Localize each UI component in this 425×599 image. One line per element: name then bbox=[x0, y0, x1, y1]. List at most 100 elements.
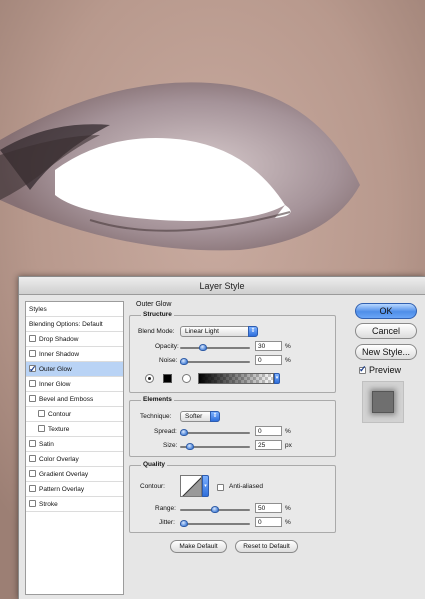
style-list-label: Pattern Overlay bbox=[39, 486, 85, 493]
contour-curve-icon bbox=[182, 477, 201, 496]
chevron-updown-icon: ⇕ bbox=[210, 411, 220, 422]
gradient-picker[interactable] bbox=[198, 373, 274, 384]
jitter-label: Jitter: bbox=[159, 519, 175, 526]
style-list-item[interactable]: Stroke bbox=[26, 497, 123, 512]
style-checkbox[interactable] bbox=[29, 350, 36, 357]
gradient-dropdown-icon[interactable]: ▾ bbox=[274, 373, 280, 384]
make-default-button[interactable]: Make Default bbox=[170, 540, 227, 553]
size-unit: px bbox=[285, 442, 292, 449]
chevron-updown-icon: ⇕ bbox=[248, 326, 258, 337]
style-list-label: Contour bbox=[48, 411, 72, 418]
style-checkbox[interactable] bbox=[38, 425, 45, 432]
style-checkbox[interactable] bbox=[29, 440, 36, 447]
gradient-radio[interactable] bbox=[182, 374, 191, 383]
style-list-label: Texture bbox=[48, 426, 70, 433]
style-checkbox[interactable] bbox=[29, 380, 36, 387]
noise-field[interactable]: 0 bbox=[255, 355, 282, 365]
panel-title: Outer Glow bbox=[136, 301, 172, 308]
style-checkbox[interactable] bbox=[38, 410, 45, 417]
color-radio[interactable] bbox=[145, 374, 154, 383]
elements-title: Elements bbox=[141, 396, 174, 403]
style-list-label: Gradient Overlay bbox=[39, 471, 89, 478]
style-checkbox[interactable] bbox=[29, 470, 36, 477]
blend-mode-label: Blend Mode: bbox=[138, 328, 175, 335]
blend-mode-value: Linear Light bbox=[185, 328, 219, 335]
style-list-item[interactable]: Bevel and Emboss bbox=[26, 392, 123, 407]
structure-group: Structure Blend Mode: Linear Light ⇕ Opa… bbox=[129, 311, 336, 393]
range-slider-thumb[interactable] bbox=[211, 506, 219, 513]
quality-group: Quality Contour: ▾ Anti-aliased Range: 5… bbox=[129, 461, 336, 533]
style-list-label: Outer Glow bbox=[39, 366, 72, 373]
style-list-label: Drop Shadow bbox=[39, 336, 79, 343]
preview-swatch bbox=[372, 391, 394, 413]
style-list-label: Satin bbox=[39, 441, 54, 448]
style-list-label: Inner Shadow bbox=[39, 351, 80, 358]
range-field[interactable]: 50 bbox=[255, 503, 282, 513]
style-list-item[interactable]: Texture bbox=[26, 422, 123, 437]
style-checkbox[interactable] bbox=[29, 455, 36, 462]
jitter-unit: % bbox=[285, 519, 291, 526]
structure-title: Structure bbox=[141, 311, 174, 318]
style-checkbox[interactable] bbox=[29, 335, 36, 342]
spread-label: Spread: bbox=[154, 428, 177, 435]
opacity-slider-thumb[interactable] bbox=[199, 344, 207, 351]
opacity-slider[interactable] bbox=[180, 344, 250, 351]
cancel-button[interactable]: Cancel bbox=[355, 323, 417, 339]
range-label: Range: bbox=[155, 505, 176, 512]
spread-slider[interactable] bbox=[180, 429, 250, 436]
technique-value: Softer bbox=[185, 413, 203, 420]
size-field[interactable]: 25 bbox=[255, 440, 282, 450]
size-slider-thumb[interactable] bbox=[186, 443, 194, 450]
style-list-item[interactable]: Pattern Overlay bbox=[26, 482, 123, 497]
ok-button[interactable]: OK bbox=[355, 303, 417, 319]
spread-field[interactable]: 0 bbox=[255, 426, 282, 436]
opacity-field[interactable]: 30 bbox=[255, 341, 282, 351]
style-list-item[interactable]: Gradient Overlay bbox=[26, 467, 123, 482]
technique-select[interactable]: Softer ⇕ bbox=[180, 411, 220, 422]
preview-checkbox[interactable] bbox=[359, 364, 367, 374]
style-list-item[interactable]: Drop Shadow bbox=[26, 332, 123, 347]
opacity-label: Opacity: bbox=[155, 343, 179, 350]
spread-slider-thumb[interactable] bbox=[180, 429, 188, 436]
jitter-slider-thumb[interactable] bbox=[180, 520, 188, 527]
style-checkbox[interactable] bbox=[29, 500, 36, 507]
blend-mode-select[interactable]: Linear Light ⇕ bbox=[180, 326, 258, 337]
style-list-label: Inner Glow bbox=[39, 381, 71, 388]
reset-to-default-button[interactable]: Reset to Default bbox=[235, 540, 298, 553]
style-checkbox[interactable] bbox=[29, 395, 36, 402]
jitter-field[interactable]: 0 bbox=[255, 517, 282, 527]
size-slider[interactable] bbox=[180, 443, 250, 450]
new-style-button[interactable]: New Style... bbox=[355, 344, 417, 360]
style-list-label: Bevel and Emboss bbox=[39, 396, 94, 403]
contour-picker[interactable] bbox=[180, 475, 202, 497]
style-list-item[interactable]: Satin bbox=[26, 437, 123, 452]
preview-label: Preview bbox=[369, 365, 402, 375]
style-list-item[interactable]: Contour bbox=[26, 407, 123, 422]
jitter-slider[interactable] bbox=[180, 520, 250, 527]
style-list-item[interactable]: Outer Glow bbox=[26, 362, 123, 377]
style-list-item[interactable]: Inner Shadow bbox=[26, 347, 123, 362]
range-slider[interactable] bbox=[180, 506, 250, 513]
layer-style-dialog: Layer Style Styles Blending Options: Defa… bbox=[18, 276, 425, 599]
noise-slider-thumb[interactable] bbox=[180, 358, 188, 365]
style-list-item[interactable]: Inner Glow bbox=[26, 377, 123, 392]
size-label: Size: bbox=[163, 442, 178, 449]
dialog-title: Layer Style bbox=[19, 277, 425, 295]
style-list-item[interactable]: Blending Options: Default bbox=[26, 317, 123, 332]
noise-unit: % bbox=[285, 357, 291, 364]
technique-label: Technique: bbox=[140, 413, 172, 420]
anti-aliased-checkbox[interactable] bbox=[217, 484, 224, 491]
noise-slider[interactable] bbox=[180, 358, 250, 365]
style-list-label: Color Overlay bbox=[39, 456, 79, 463]
outer-glow-panel: Outer Glow Structure Blend Mode: Linear … bbox=[126, 301, 339, 595]
noise-label: Noise: bbox=[159, 357, 178, 364]
contour-dropdown-icon[interactable]: ▾ bbox=[202, 475, 209, 497]
spread-unit: % bbox=[285, 428, 291, 435]
style-checkbox[interactable] bbox=[29, 362, 37, 377]
style-list-item[interactable]: Color Overlay bbox=[26, 452, 123, 467]
glow-color-swatch[interactable] bbox=[163, 374, 172, 383]
style-list-label: Styles bbox=[29, 306, 47, 313]
style-checkbox[interactable] bbox=[29, 485, 36, 492]
style-list-item[interactable]: Styles bbox=[26, 302, 123, 317]
preview-toggle[interactable]: Preview bbox=[359, 364, 402, 375]
